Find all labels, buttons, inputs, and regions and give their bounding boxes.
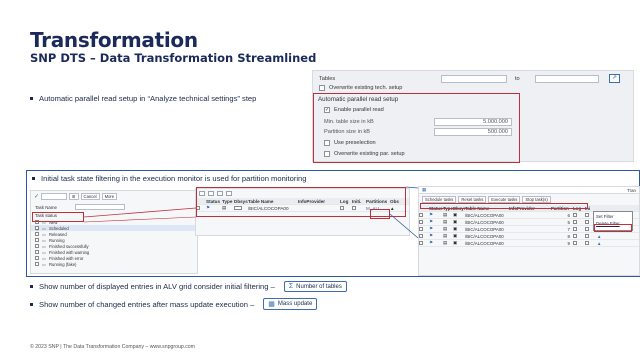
sigma-icon: Σ [288,283,294,290]
window-title: Tran [627,187,636,193]
bullet-text: Show number of displayed entries in ALV … [39,282,275,291]
bullet-displayed-entries: Show number of displayed entries in ALV … [30,281,347,292]
bullet-dot [30,302,33,306]
mass-update-chip: ▦ Mass update [263,298,318,310]
table-row[interactable]: ⚑ ▤ ▣ /BIC/ALCOCOPA00 8 ▲ [419,233,639,240]
highlight-delete-filter [594,224,632,232]
set-filter-menu-item[interactable]: Set Filter [596,214,630,219]
grid-icon: ▦ [422,187,427,192]
slide: Transformation SNP DTS – Data Transforma… [0,0,640,360]
reset-tasks-button[interactable]: Reset tasks [458,196,487,203]
number-of-tables-chip: Σ Number of tables [283,281,347,292]
mass-update-icon: ▦ [268,301,275,308]
stop-tasks-button[interactable]: Stop task(s) [522,196,551,203]
bullet-dot [30,285,33,288]
table-row[interactable]: ⚑ ▤ ▣ /BIC/ALCOCOPA00 9 ▲ [419,240,639,247]
bullet-changed-entries: Show number of changed entries after mas… [30,298,318,310]
schedule-tasks-button[interactable]: Schedule tasks [422,196,457,203]
execute-tasks-button[interactable]: Execute tasks [488,196,521,203]
highlight-toolbar-row [420,203,588,209]
footer-copyright: © 2023 SNP | The Data Transformation Com… [30,344,196,350]
bullet-text: Show number of changed entries after mas… [39,299,255,309]
